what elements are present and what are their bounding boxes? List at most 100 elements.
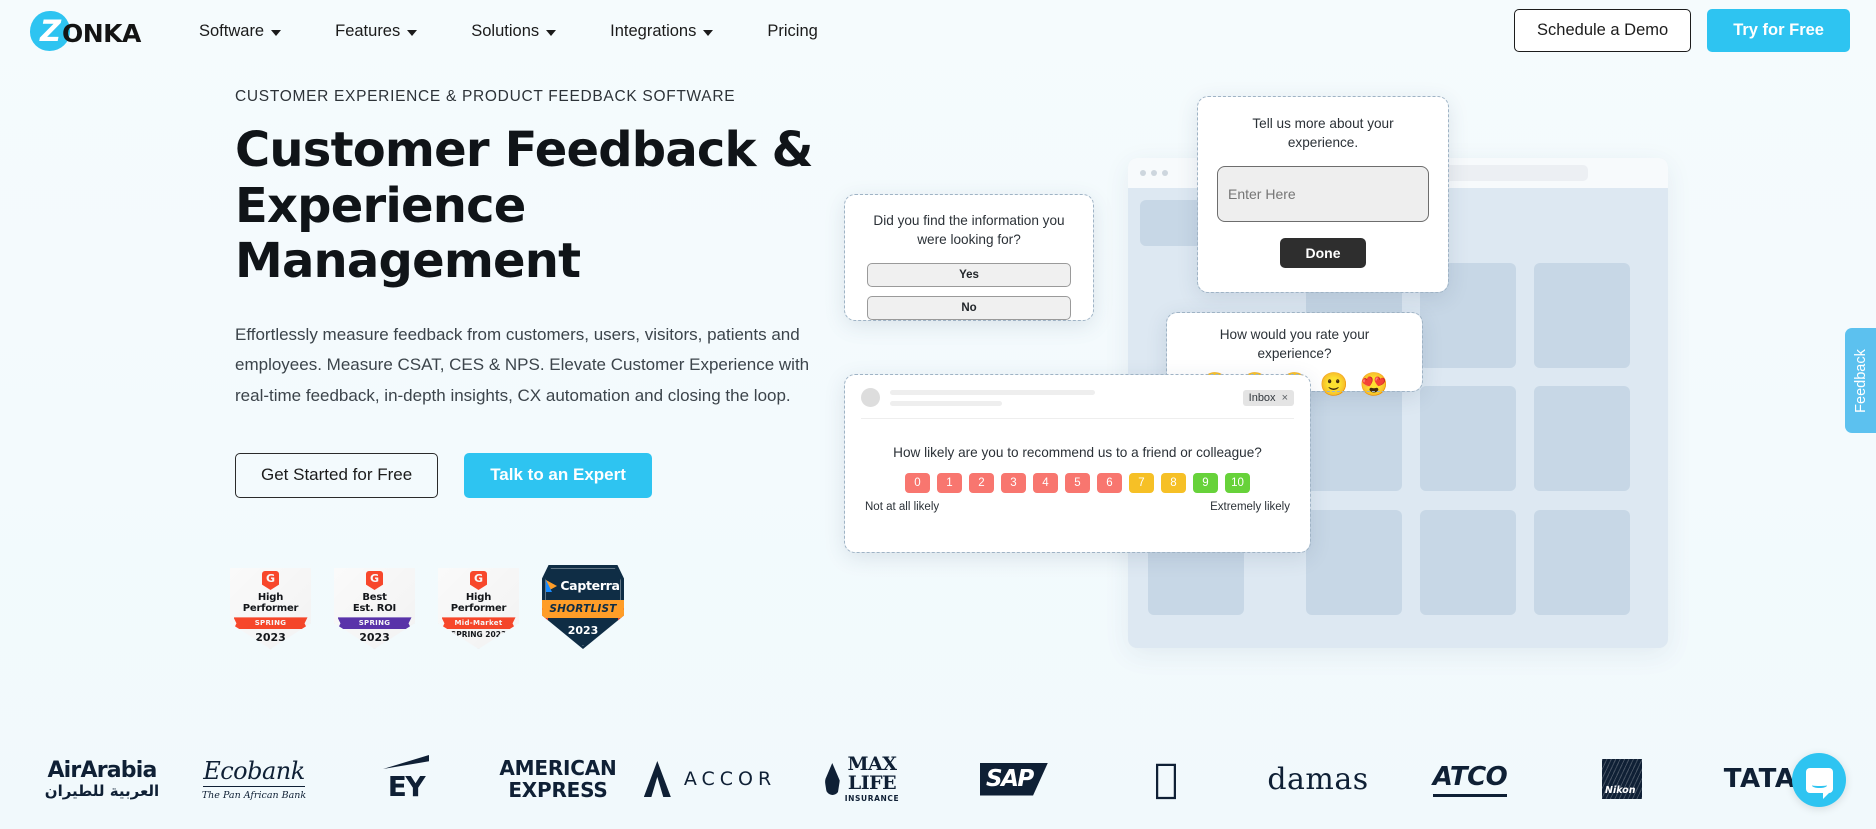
- skeleton-block: [1534, 510, 1630, 615]
- nps-option-8[interactable]: 8: [1161, 473, 1186, 493]
- chevron-down-icon: [546, 29, 557, 36]
- nps-option-6[interactable]: 6: [1097, 473, 1122, 493]
- nps-option-10[interactable]: 10: [1225, 473, 1250, 493]
- badge-title: High Performer: [243, 592, 299, 614]
- slightly-smiling-face-emoji[interactable]: 🙂: [1320, 372, 1349, 396]
- badge-year: 2023: [359, 631, 390, 645]
- ecobank-name: Ecobank: [203, 757, 305, 787]
- header-skeleton-lines: [890, 389, 1233, 406]
- nps-option-4[interactable]: 4: [1033, 473, 1058, 493]
- inbox-chip[interactable]: Inbox ×: [1242, 389, 1294, 406]
- survey-card-nps: Inbox × How likely are you to recommend …: [844, 374, 1311, 553]
- close-icon[interactable]: ×: [1282, 392, 1288, 404]
- skeleton-block: [1420, 510, 1516, 615]
- feedback-tab-button[interactable]: Feedback: [1845, 328, 1876, 433]
- nav-item-pricing[interactable]: Pricing: [740, 0, 844, 63]
- nps-option-9[interactable]: 9: [1193, 473, 1218, 493]
- chevron-down-icon: [703, 29, 714, 36]
- answer-no-button[interactable]: No: [867, 295, 1071, 320]
- hero-title-line-2: Experience Management: [235, 177, 581, 290]
- survey-card-yes-no: Did you find the information you were lo…: [844, 194, 1094, 321]
- chevron-down-icon: [271, 29, 282, 36]
- maxlife-line3: INSURANCE: [844, 794, 900, 804]
- skeleton-block: [1534, 386, 1630, 491]
- badge-title: High Performer: [451, 592, 507, 614]
- nps-scale-labels: Not at all likely Extremely likely: [845, 493, 1310, 513]
- talk-to-expert-button[interactable]: Talk to an Expert: [464, 452, 652, 498]
- nav-label-features: Features: [335, 22, 401, 40]
- answer-yes-button[interactable]: Yes: [867, 262, 1071, 287]
- yes-no-question: Did you find the information you were lo…: [873, 213, 1065, 248]
- badge-year: SPRING 2023: [450, 630, 507, 640]
- badge-title-line2: Performer: [450, 603, 507, 615]
- heart-eyes-face-emoji[interactable]: 😍: [1359, 372, 1388, 396]
- g2-logo-icon: G: [262, 571, 279, 590]
- nav-item-solutions[interactable]: Solutions: [444, 0, 583, 63]
- skeleton-line: [890, 400, 1002, 406]
- hero-subtitle: Effortlessly measure feedback from custo…: [235, 325, 810, 405]
- chevron-down-icon: [407, 29, 418, 36]
- nav-item-software[interactable]: Software: [172, 0, 308, 63]
- done-button[interactable]: Done: [1280, 237, 1366, 268]
- nav-item-features[interactable]: Features: [308, 0, 444, 63]
- badge-title: Best Est. ROI: [353, 592, 396, 614]
- client-logo-airarabia: AirArabia العربية للطيران: [26, 749, 178, 809]
- nikon-box: Nikon: [1602, 759, 1642, 799]
- capterra-name: Capterra: [560, 578, 620, 593]
- badge-title-line1: High: [257, 592, 284, 603]
- nps-label-low: Not at all likely: [865, 501, 940, 513]
- amex-line1: AMERICAN: [499, 756, 617, 780]
- nps-option-7[interactable]: 7: [1129, 473, 1154, 493]
- accor-name: ACCOR: [683, 768, 777, 790]
- nav-item-integrations[interactable]: Integrations: [583, 0, 740, 63]
- inbox-chip-label: Inbox: [1248, 391, 1276, 404]
- window-dot-icon: [1162, 170, 1168, 176]
- ecobank-tagline: The Pan African Bank: [201, 790, 307, 801]
- airarabia-arabic: العربية للطيران: [44, 781, 160, 800]
- nps-option-5[interactable]: 5: [1065, 473, 1090, 493]
- g2-badge-best-est-roi: G Best Est. ROI SPRING 2023: [334, 568, 415, 649]
- airarabia-name: AirArabia: [47, 757, 157, 783]
- sap-box: SAP: [980, 762, 1048, 796]
- client-logo-accor: ACCOR: [634, 749, 786, 809]
- hero-illustration: Did you find the information you were lo…: [844, 70, 1876, 680]
- amex-line2: EXPRESS: [508, 778, 608, 802]
- skeleton-line: [890, 389, 1095, 395]
- capterra-shortlist-badge: Capterra SHORTLIST 2023: [542, 565, 624, 649]
- badge-ribbon: SPRING: [337, 617, 412, 630]
- skeleton-block: [1420, 386, 1516, 491]
- badge-ribbon: Mid-Market: [441, 617, 516, 630]
- open-text-input[interactable]: [1217, 165, 1429, 222]
- award-badges: G High Performer SPRING 2023 G Best Est.…: [230, 565, 624, 649]
- client-logo-strip: AirArabia العربية للطيران Ecobank The Pa…: [0, 729, 1876, 829]
- main-navigation: Software Features Solutions Integrations…: [172, 0, 845, 63]
- client-logo-damas: damas: [1242, 749, 1394, 809]
- schedule-demo-button[interactable]: Schedule a Demo: [1514, 9, 1692, 52]
- nps-scale: 0 1 2 3 4 5 6 7 8 9 10: [845, 473, 1310, 493]
- zonka-logo[interactable]: Z ONKA: [22, 8, 141, 54]
- skeleton-block: [1306, 510, 1402, 615]
- nav-label-software: Software: [199, 22, 265, 40]
- chat-widget-button[interactable]: [1792, 753, 1846, 807]
- capterra-brand: Capterra: [546, 578, 620, 593]
- nps-option-2[interactable]: 2: [969, 473, 994, 493]
- get-started-free-button[interactable]: Get Started for Free: [235, 452, 439, 498]
- hero-content: CUSTOMER EXPERIENCE & PRODUCT FEEDBACK S…: [235, 88, 875, 498]
- logo-wordmark: ONKA: [62, 19, 141, 48]
- feedback-tab-label: Feedback: [1852, 348, 1869, 413]
- window-dot-icon: [1140, 170, 1146, 176]
- ey-name: EY: [387, 770, 426, 803]
- sap-name: SAP: [986, 766, 1034, 792]
- divider: [861, 418, 1294, 419]
- nps-option-1[interactable]: 1: [937, 473, 962, 493]
- survey-card-open-text: Tell us more about your experience. Done: [1197, 96, 1449, 293]
- apple-icon: : [1154, 759, 1178, 799]
- nps-question: How likely are you to recommend us to a …: [893, 445, 1262, 460]
- badge-ribbon: SPRING: [233, 617, 308, 630]
- try-for-free-button[interactable]: Try for Free: [1707, 9, 1850, 52]
- site-header: Z ONKA Software Features Solutions Integ…: [0, 0, 1876, 63]
- nps-option-3[interactable]: 3: [1001, 473, 1026, 493]
- nps-option-0[interactable]: 0: [905, 473, 930, 493]
- badge-title-line2: Est. ROI: [352, 603, 397, 615]
- header-actions: Schedule a Demo Try for Free: [1514, 9, 1850, 52]
